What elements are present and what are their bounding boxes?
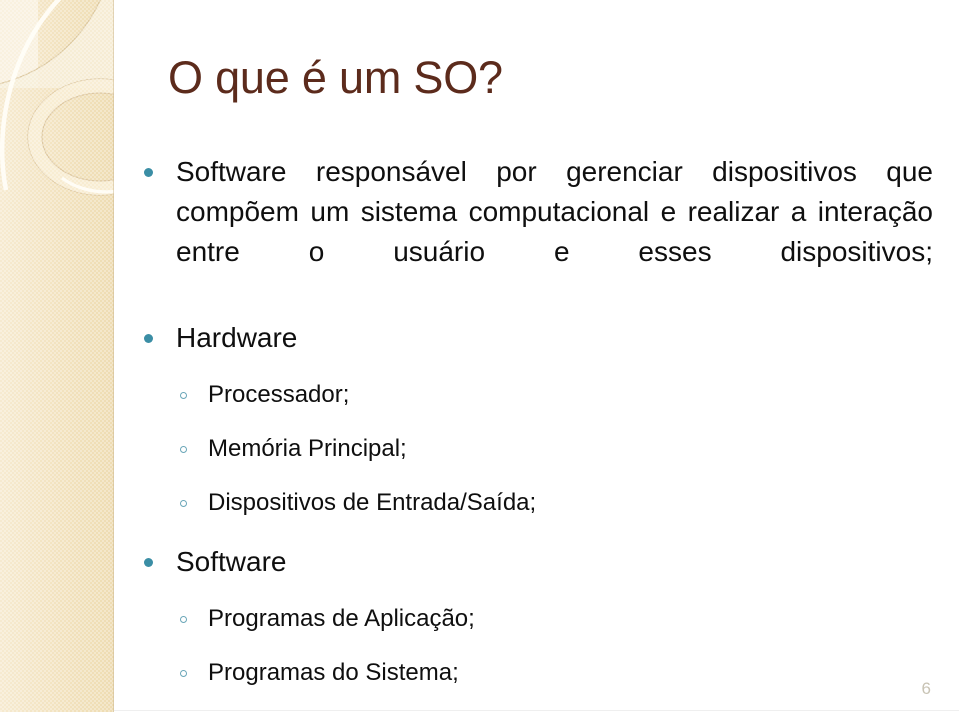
bullet-item-level2: Processador;: [138, 378, 933, 412]
bullet-text: Processador;: [208, 381, 350, 408]
bullet-text: Software responsável por gerenciar dispo…: [176, 156, 933, 267]
hollow-circle-bullet-icon: [180, 670, 187, 677]
slide-decorative-sidebar: [0, 0, 114, 712]
bullet-item-level2: Memória Principal;: [138, 432, 933, 466]
hollow-circle-bullet-icon: [180, 616, 187, 623]
bullet-item-level1: Hardware: [138, 318, 933, 358]
sidebar-ornament-svg: [0, 0, 114, 712]
bullet-item-level2: Programas do Sistema;: [138, 656, 933, 690]
filled-circle-bullet-icon: [144, 558, 153, 567]
presentation-slide: O que é um SO? Software responsável por …: [0, 0, 959, 718]
bullet-item-level1: Software: [138, 542, 933, 582]
bullet-item-level1: Software responsável por gerenciar dispo…: [138, 152, 933, 312]
bullet-item-level2: Dispositivos de Entrada/Saída;: [138, 486, 933, 520]
filled-circle-bullet-icon: [144, 334, 153, 343]
hollow-circle-bullet-icon: [180, 446, 187, 453]
page-number: 6: [921, 679, 931, 698]
filled-circle-bullet-icon: [144, 168, 153, 177]
sidebar-edge-line: [113, 0, 114, 712]
hollow-circle-bullet-icon: [180, 500, 187, 507]
slide-body: Software responsável por gerenciar dispo…: [138, 152, 933, 690]
bullet-text: Software: [176, 546, 287, 577]
bullet-item-level2: Programas de Aplicação;: [138, 602, 933, 636]
hollow-circle-bullet-icon: [180, 392, 187, 399]
bullet-text: Hardware: [176, 322, 298, 353]
bullet-text: Dispositivos de Entrada/Saída;: [208, 489, 537, 516]
slide-bottom-divider: [114, 710, 959, 711]
bullet-text: Programas do Sistema;: [208, 659, 459, 686]
bullet-text: Programas de Aplicação;: [208, 605, 475, 632]
bullet-text: Memória Principal;: [208, 435, 407, 462]
slide-title: O que é um SO?: [168, 52, 503, 103]
